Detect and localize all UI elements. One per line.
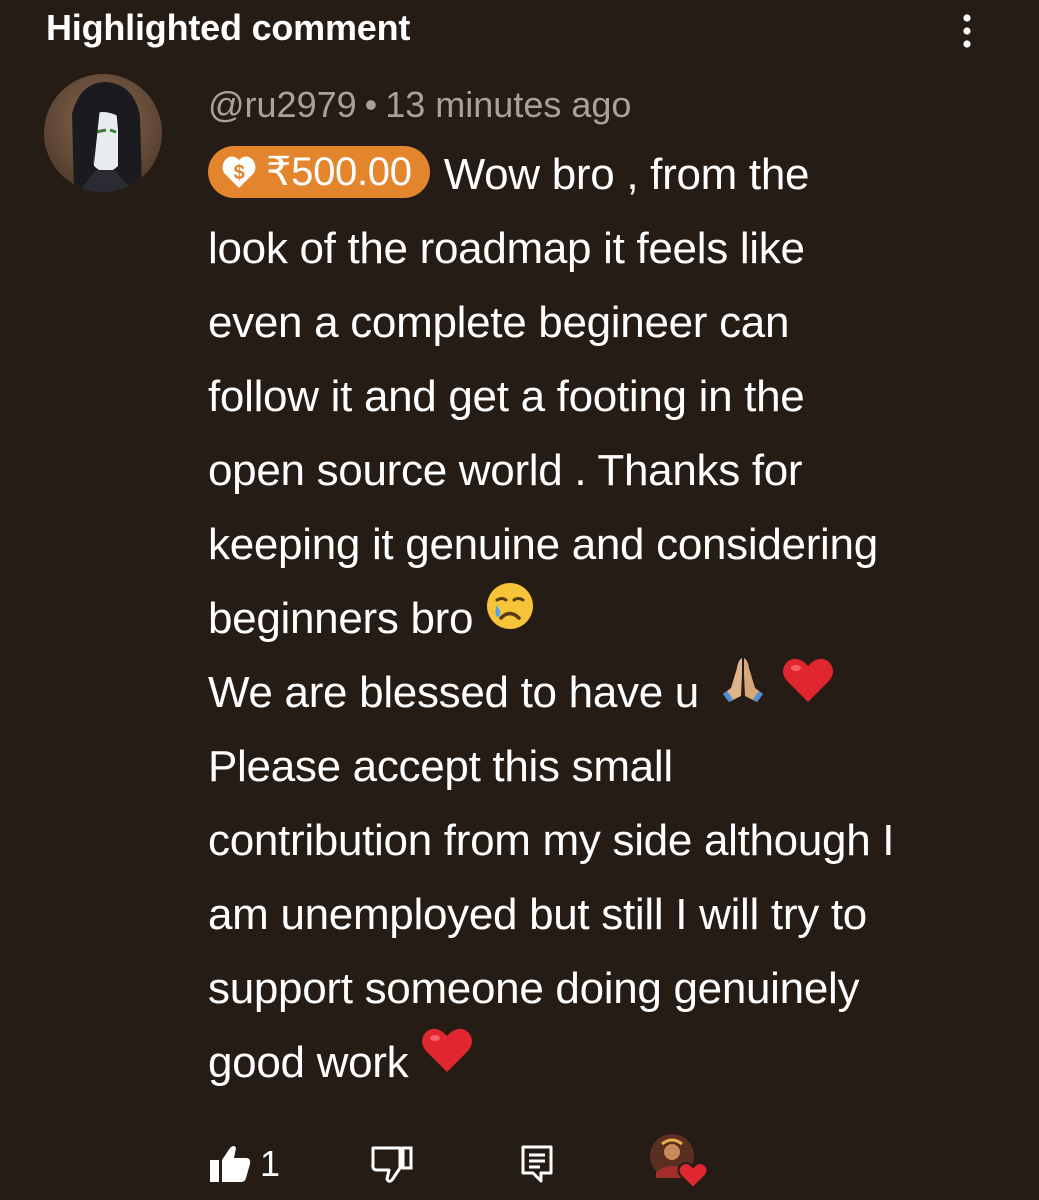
comment-line: open source world . Thanks for (208, 446, 803, 495)
comment-line: am unemployed but still I will try to (208, 890, 867, 939)
comment-text: good work (208, 1038, 409, 1087)
comment-body: $ ₹500.00 Wow bro , from the look of the… (208, 138, 1008, 1100)
thumbs-up-icon (210, 1146, 251, 1182)
thumbs-down-icon (371, 1146, 413, 1183)
more-vertical-icon (963, 14, 971, 48)
comment-line: keeping it genuine and considering (208, 520, 878, 569)
reply-comment-icon (521, 1145, 553, 1183)
super-thanks-icon: $ (222, 156, 256, 189)
comment-line: good work (208, 1026, 1008, 1100)
comment-line: Please accept this small (208, 742, 673, 791)
like-button[interactable]: 1 (208, 1136, 280, 1192)
page-title: Highlighted comment (46, 7, 411, 48)
creator-heart[interactable] (648, 1132, 714, 1190)
comment-line: even a complete begineer can (208, 298, 790, 347)
comment-actions: 1 (208, 1134, 808, 1192)
crying-face-emoji-icon (485, 580, 535, 654)
folded-hands-emoji-icon (717, 654, 769, 729)
comment-line: beginners bro (208, 582, 1008, 656)
comment-line: look of the roadmap it feels like (208, 224, 805, 273)
more-options-button[interactable] (950, 10, 984, 52)
red-heart-emoji-icon (420, 1024, 474, 1098)
avatar[interactable] (44, 74, 162, 192)
super-thanks-amount: ₹500.00 (266, 150, 412, 195)
svg-text:$: $ (234, 162, 245, 184)
red-heart-emoji-icon (781, 654, 835, 728)
like-count: 1 (260, 1143, 281, 1184)
comment-text: We are blessed to have u (208, 668, 699, 717)
comment-line: follow it and get a footing in the (208, 372, 805, 421)
dislike-button[interactable] (370, 1136, 414, 1192)
comment-author[interactable]: @ru2979 (208, 84, 357, 126)
comment-line: $ ₹500.00 Wow bro , from the (208, 138, 1008, 212)
reply-button[interactable] (520, 1136, 554, 1192)
comment-meta: @ru2979 • 13 minutes ago (208, 80, 631, 130)
header: Highlighted comment (46, 4, 410, 52)
comment-text: Wow bro , from the (443, 150, 810, 199)
comment-line: We are blessed to have u (208, 656, 1008, 730)
comment-line: contribution from my side although I (208, 816, 895, 865)
comment-timestamp[interactable]: 13 minutes ago (385, 84, 631, 126)
meta-separator: • (364, 84, 378, 125)
creator-heart-icon (650, 1134, 709, 1190)
super-thanks-badge: $ ₹500.00 (208, 146, 430, 199)
comment-line: support someone doing genuinely (208, 964, 860, 1013)
comment-text: beginners bro (208, 594, 474, 643)
